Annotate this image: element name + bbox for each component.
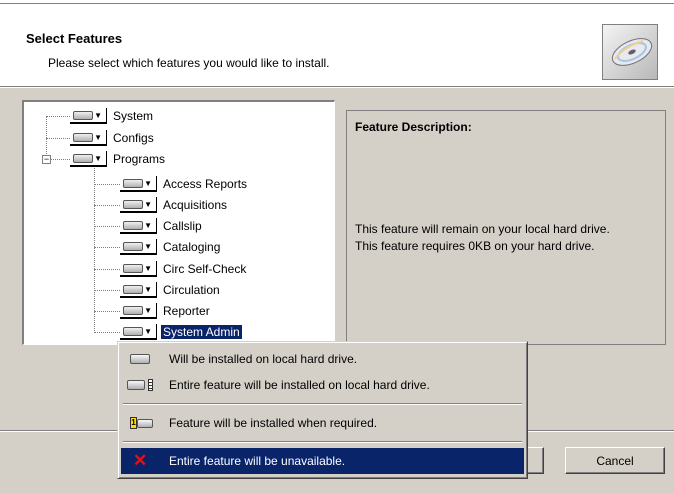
unavailable-x-icon: ✕ [133,451,148,470]
tree-connector [94,311,120,312]
dropdown-arrow-icon: ▼ [144,264,152,273]
header-divider [0,86,674,88]
tree-item-access-reports[interactable]: ▼ Access Reports [120,175,249,193]
menu-item-label: Entire feature will be unavailable. [169,454,346,468]
dropdown-arrow-icon: ▼ [144,179,152,188]
tree-item-label[interactable]: System [111,109,155,123]
hard-drive-icon [123,242,143,251]
feature-tree[interactable]: − ▼ System ▼ Configs ▼ Programs ▼ Access… [22,100,335,345]
hard-drive-icon [127,346,155,372]
tree-item-programs[interactable]: ▼ Programs [70,150,167,168]
hard-drive-icon [123,327,143,336]
page-subtitle: Please select which features you would l… [48,56,330,70]
dropdown-arrow-icon: ▼ [94,154,102,163]
feature-state-dropdown[interactable]: ▼ [120,218,157,234]
hard-drive-icon [123,264,143,273]
hard-drive-stack-icon [127,372,155,398]
dropdown-arrow-icon: ▼ [94,133,102,142]
tree-item-circ-self-check[interactable]: ▼ Circ Self-Check [120,260,248,278]
feature-state-dropdown[interactable]: ▼ [120,176,157,192]
dropdown-arrow-icon: ▼ [144,285,152,294]
tree-item-cataloging[interactable]: ▼ Cataloging [120,238,222,256]
feature-state-dropdown[interactable]: ▼ [120,282,157,298]
menu-separator [123,403,522,405]
tree-item-label[interactable]: Callslip [161,219,204,233]
tree-item-label[interactable]: Acquisitions [161,198,229,212]
dropdown-arrow-icon: ▼ [144,306,152,315]
dropdown-arrow-icon: ▼ [144,242,152,251]
hard-drive-icon [73,154,93,163]
description-line: This feature will remain on your local h… [355,222,610,236]
tree-connector [94,332,120,333]
tree-item-label[interactable]: Cataloging [161,240,222,254]
feature-state-dropdown[interactable]: ▼ [120,261,157,277]
description-title: Feature Description: [355,120,472,134]
feature-state-dropdown[interactable]: ▼ [120,239,157,255]
feature-state-dropdown[interactable]: ▼ [70,130,107,146]
dropdown-arrow-icon: ▼ [144,221,152,230]
tree-item-acquisitions[interactable]: ▼ Acquisitions [120,196,229,214]
menu-item-unavailable[interactable]: ✕ Entire feature will be unavailable. [121,448,524,474]
menu-item-install-on-demand[interactable]: 1 Feature will be installed when require… [121,410,524,436]
tree-item-label[interactable]: Configs [111,131,156,145]
cancel-button[interactable]: Cancel [565,447,665,474]
feature-state-menu[interactable]: Will be installed on local hard drive. E… [117,341,528,479]
hard-drive-icon [123,200,143,209]
feature-state-dropdown[interactable]: ▼ [120,303,157,319]
tree-item-label[interactable]: Reporter [161,304,212,318]
description-line: This feature requires 0KB on your hard d… [355,239,595,253]
dropdown-arrow-icon: ▼ [144,200,152,209]
tree-item-circulation[interactable]: ▼ Circulation [120,281,222,299]
install-on-demand-icon: 1 [127,410,155,436]
header-banner: Select Features Please select which feat… [0,4,674,86]
tree-item-label[interactable]: System Admin [160,324,243,340]
dropdown-arrow-icon: ▼ [144,327,152,336]
tree-item-label[interactable]: Access Reports [161,177,249,191]
menu-item-label: Entire feature will be installed on loca… [169,378,430,392]
menu-item-install-local[interactable]: Will be installed on local hard drive. [121,346,524,372]
menu-item-label: Feature will be installed when required. [169,416,378,430]
feature-description-panel: Feature Description: This feature will r… [346,110,666,345]
tree-connector [46,116,70,117]
tree-item-system[interactable]: ▼ System [70,107,155,125]
feature-state-dropdown[interactable]: ▼ [120,197,157,213]
hard-drive-icon [123,285,143,294]
feature-state-dropdown[interactable]: ▼ [120,324,157,340]
dropdown-arrow-icon: ▼ [94,111,102,120]
tree-item-system-admin[interactable]: ▼ System Admin [120,323,243,341]
tree-connector [94,226,120,227]
tree-connector [94,184,120,185]
hard-drive-icon [123,221,143,230]
tree-item-label[interactable]: Circ Self-Check [161,262,248,276]
page-title: Select Features [26,31,123,46]
tree-connector [94,168,95,333]
tree-connector [51,159,70,160]
collapse-toggle[interactable]: − [42,155,51,164]
tree-item-label[interactable]: Programs [111,152,167,166]
hard-drive-icon [73,111,93,120]
tree-item-callslip[interactable]: ▼ Callslip [120,217,204,235]
tree-item-label[interactable]: Circulation [161,283,222,297]
tree-connector [94,205,120,206]
hard-drive-icon [123,179,143,188]
menu-item-label: Will be installed on local hard drive. [169,352,358,366]
cd-disc-icon [602,24,658,80]
hard-drive-icon [73,133,93,142]
description-text: This feature will remain on your local h… [355,221,660,255]
feature-state-dropdown[interactable]: ▼ [70,108,107,124]
tree-connector [94,269,120,270]
tree-item-reporter[interactable]: ▼ Reporter [120,302,212,320]
hard-drive-icon [123,306,143,315]
menu-item-install-entire-local[interactable]: Entire feature will be installed on loca… [121,372,524,398]
menu-separator [123,441,522,443]
tree-item-configs[interactable]: ▼ Configs [70,129,156,147]
tree-connector [94,247,120,248]
tree-connector [46,138,70,139]
feature-state-dropdown[interactable]: ▼ [70,151,107,167]
tree-connector [94,290,120,291]
